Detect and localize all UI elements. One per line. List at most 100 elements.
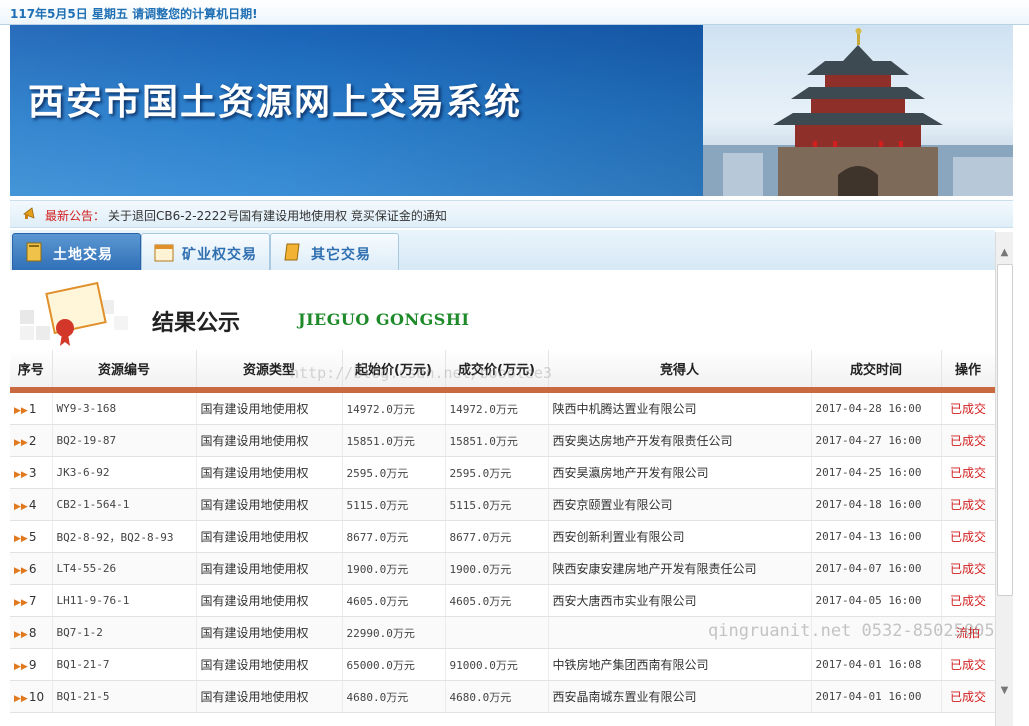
deal-status[interactable]: 已成交 [941,584,995,617]
deal-status[interactable]: 已成交 [941,680,995,713]
deal-price: 14972.0万元 [445,390,549,425]
winner-name: 西安创新利置业有限公司 [548,520,812,553]
resource-code: WY9-3-168 [52,390,197,425]
announcement-bar: 最新公告： 关于退回CB6-2-2222号国有建设用地使用权 竞买保证金的通知 [10,200,1013,228]
scroll-up-arrow-icon[interactable]: ▲ [996,244,1013,261]
table-row[interactable]: ▶▶3 JK3-6-92 国有建设用地使用权 2595.0万元 2595.0万元 西安昊瀛… [10,456,995,489]
deal-status[interactable]: 已成交 [941,520,995,553]
col-header-action: 操作 [941,350,995,393]
winner-name: 西安奥达房地产开发有限责任公司 [548,424,812,457]
row-number: ▶▶8 [10,616,53,649]
main-content: 土地交易 矿业权交易 其它交易 结果公示 JIEGUO GONGSHI 序号 资… [10,230,995,726]
tab-mining-trade[interactable]: 矿业权交易 [141,233,270,271]
deal-price: 4605.0万元 [445,584,549,617]
table-row[interactable]: ▶▶2 BQ2-19-87 国有建设用地使用权 15851.0万元 15851.0万元西… [10,424,995,457]
deal-time: 2017-04-05 16:00 [811,584,942,617]
row-number: ▶▶7 [10,584,53,617]
trade-tab-strip: 土地交易 矿业权交易 其它交易 [10,230,995,271]
row-number-text: 10 [28,689,45,704]
row-number-text: 7 [28,593,37,608]
resource-code: LT4-55-26 [52,552,197,585]
row-arrow-icon: ▶▶ [14,437,28,448]
start-price: 5115.0万元 [342,488,446,521]
winner-name: 陕西安康安建房地产开发有限责任公司 [548,552,812,585]
row-arrow-icon: ▶▶ [14,405,28,416]
status-link[interactable]: 已成交 [950,562,986,576]
row-arrow-icon: ▶▶ [14,597,28,608]
status-link[interactable]: 已成交 [950,594,986,608]
deal-price: 91000.0万元 [445,648,549,681]
deal-price: 5115.0万元 [445,488,549,521]
date-warning-text: 117年5月5日 星期五 请调整您的计算机日期! [10,7,258,21]
start-price: 22990.0万元 [342,616,446,649]
section-title: 结果公示 [152,310,241,336]
table-row[interactable]: ▶▶9 BQ1-21-7 国有建设用地使用权 65000.0万元 91000.0万元 中铁… [10,648,995,681]
deal-time: 2017-04-13 16:00 [811,520,942,553]
vertical-scrollbar[interactable]: ▲ ▼ [995,232,1013,726]
row-arrow-icon: ▶▶ [14,629,28,640]
row-number-text: 4 [28,497,37,512]
deal-status[interactable]: 已成交 [941,648,995,681]
deal-price: 8677.0万元 [445,520,549,553]
resource-code: BQ1-21-7 [52,648,197,681]
scrollbar-thumb[interactable] [997,264,1013,596]
col-header-no: 序号 [10,350,53,393]
winner-name: 西安京颐置业有限公司 [548,488,812,521]
resource-type: 国有建设用地使用权 [196,648,343,681]
blog-watermark: http://blog.csdn.net/booolee3 [290,364,552,382]
deal-status[interactable]: 已成交 [941,488,995,521]
resource-type: 国有建设用地使用权 [196,488,343,521]
table-row[interactable]: ▶▶6 LT4-55-26 国有建设用地使用权 1900.0万元 1900.0万元 陕西安… [10,552,995,585]
deal-status[interactable]: 已成交 [941,390,995,425]
deal-price [445,616,549,649]
resource-type: 国有建设用地使用权 [196,456,343,489]
deal-price: 1900.0万元 [445,552,549,585]
resource-type: 国有建设用地使用权 [196,424,343,457]
row-number: ▶▶5 [10,520,53,553]
megaphone-icon [23,207,35,219]
deal-status[interactable]: 已成交 [941,424,995,457]
row-number: ▶▶9 [10,648,53,681]
deal-time: 2017-04-01 16:00 [811,680,942,713]
deal-time: 2017-04-25 16:00 [811,456,942,489]
row-arrow-icon: ▶▶ [14,565,28,576]
resource-type: 国有建设用地使用权 [196,552,343,585]
table-row[interactable]: ▶▶5 BQ2-8-92，BQ2-8-93 国有建设用地使用权 8677.0万元 867… [10,520,995,553]
winner-name: 陕西中机腾达置业有限公司 [548,390,812,425]
start-price: 14972.0万元 [342,390,446,425]
book-icon [26,242,42,262]
resource-type: 国有建设用地使用权 [196,616,343,649]
deal-price: 2595.0万元 [445,456,549,489]
row-number: ▶▶2 [10,424,53,457]
deal-time: 2017-04-01 16:08 [811,648,942,681]
table-row[interactable]: ▶▶7 LH11-9-76-1 国有建设用地使用权 4605.0万元 4605.0万元西… [10,584,995,617]
status-link[interactable]: 已成交 [950,498,986,512]
start-price: 1900.0万元 [342,552,446,585]
status-link[interactable]: 已成交 [950,658,986,672]
tab-land-trade[interactable]: 土地交易 [12,233,141,271]
table-row[interactable]: ▶▶10 BQ1-21-5 国有建设用地使用权 4680.0万元 4680.0万元 西安晶… [10,680,995,713]
status-link[interactable]: 已成交 [950,530,986,544]
calendar-icon [154,244,174,262]
status-link[interactable]: 已成交 [950,402,986,416]
deal-price: 15851.0万元 [445,424,549,457]
row-arrow-icon: ▶▶ [14,693,28,704]
row-arrow-icon: ▶▶ [14,501,28,512]
deal-status[interactable]: 已成交 [941,456,995,489]
status-link[interactable]: 已成交 [950,434,986,448]
announcement-link[interactable]: 关于退回CB6-2-2222号国有建设用地使用权 竞买保证金的通知 [108,207,447,224]
table-row[interactable]: ▶▶4 CB2-1-564-1 国有建设用地使用权 5115.0万元 5115.0万元西… [10,488,995,521]
start-price: 2595.0万元 [342,456,446,489]
tab-other-trade[interactable]: 其它交易 [270,233,399,271]
winner-name: 西安大唐西市实业有限公司 [548,584,812,617]
status-link[interactable]: 已成交 [950,690,986,704]
row-number: ▶▶6 [10,552,53,585]
status-link[interactable]: 已成交 [950,466,986,480]
deal-status[interactable]: 已成交 [941,552,995,585]
scroll-down-arrow-icon[interactable]: ▼ [996,682,1013,699]
resource-code: BQ2-19-87 [52,424,197,457]
row-number-text: 8 [28,625,37,640]
tab-mining-trade-label: 矿业权交易 [182,247,257,263]
resource-code: JK3-6-92 [52,456,197,489]
table-row[interactable]: ▶▶1 WY9-3-168 国有建设用地使用权 14972.0万元 14972.0万元陕… [10,390,995,425]
